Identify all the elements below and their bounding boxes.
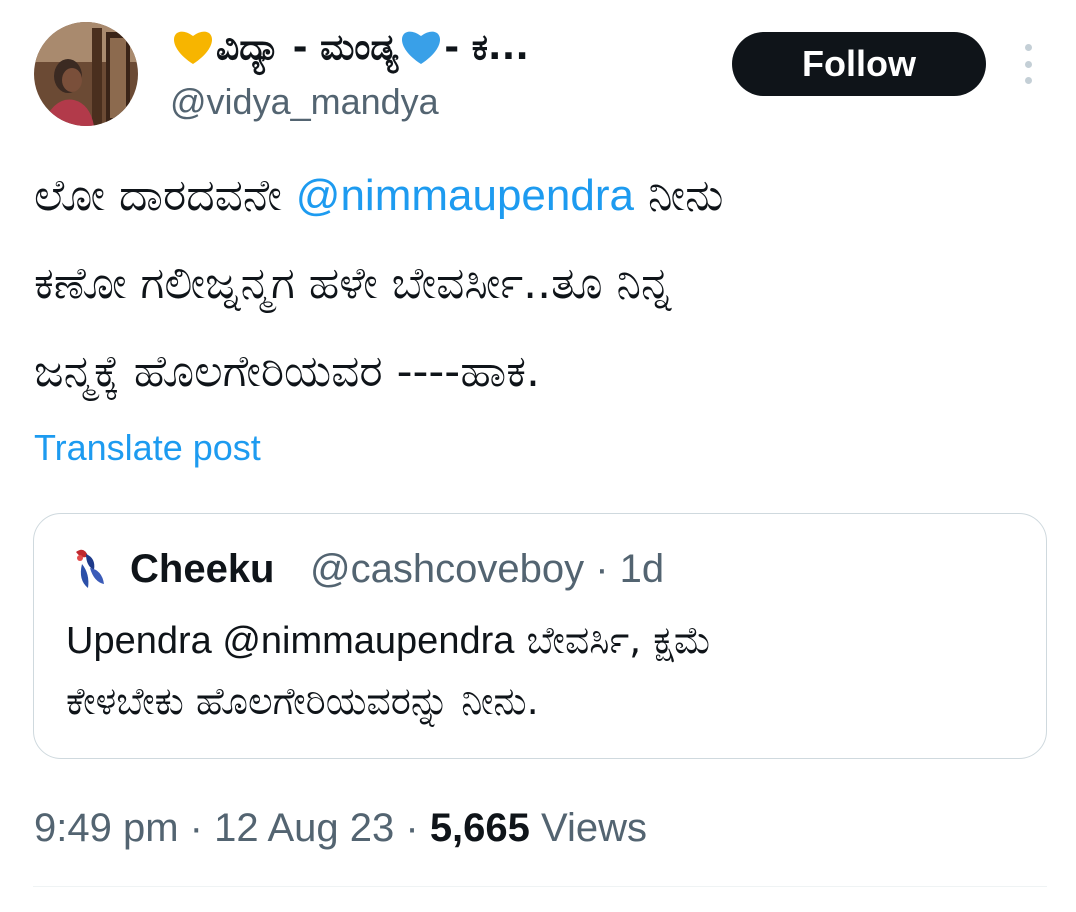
display-name-suffix: - ಕ...: [444, 27, 529, 68]
tweet-line-1: ಲೋ ದಾರದವನೇ @nimmaupendra ನೀನು: [34, 152, 1044, 240]
display-name-text: ವಿದ್ಯಾ - ಮಂಡ್ಯ: [216, 27, 399, 68]
more-options-icon[interactable]: [1018, 44, 1038, 84]
avatar-image: [34, 22, 138, 126]
mention-link[interactable]: @nimmaupendra: [296, 171, 634, 220]
quoted-line-1-kn: ಬೇವರ್ಸಿ, ಕ್ಷಮೆ: [514, 618, 712, 662]
tweet-line-3: ಜನ್ಮಕ್ಕೆ ಹೊಲಗೇರಿಯವರ ----ಹಾಕ.: [34, 346, 540, 397]
divider: [33, 886, 1047, 887]
tweet-metadata: 9:49 pm · 12 Aug 23 · 5,665 Views: [34, 802, 647, 854]
author-avatar[interactable]: [34, 22, 138, 126]
quoted-author-name: Cheeku: [130, 547, 275, 591]
author-display-name[interactable]: ವಿದ್ಯಾ - ಮಂಡ್ಯ - ಕ...: [170, 24, 529, 72]
tweet-line-2: ಕಣೋ ಗಲೀಜ್ನನ್ಮಗ ಹಳೇ ಬೇವರ್ಸೀ..ತೂ ನಿನ್ನ: [34, 258, 672, 309]
translate-post-link[interactable]: Translate post: [34, 424, 261, 472]
author-handle[interactable]: @vidya_mandya: [170, 80, 439, 124]
follow-button[interactable]: Follow: [732, 32, 986, 96]
tweet-timestamp[interactable]: 9:49 pm · 12 Aug 23 ·: [34, 806, 430, 850]
quoted-line-2: ಕೇಳಬೇಕು ಹೊಲಗೇರಿಯವರನ್ನು ನೀನು.: [66, 679, 539, 723]
views-count: 5,665: [429, 806, 530, 850]
tweet-line-1-start: ಲೋ ದಾರದವನೇ: [34, 170, 296, 221]
quoted-avatar-image: [76, 549, 104, 588]
quoted-tweet-text: Upendra @nimmaupendra ಬೇವರ್ಸಿ, ಕ್ಷಮೆ ಕೇಳ…: [66, 610, 1016, 731]
quoted-author-handle-time: @cashcoveboy · 1d: [310, 547, 665, 591]
quoted-line-1-en: Upendra @nimmaupendra: [66, 620, 515, 662]
blue-heart-icon: [402, 31, 441, 64]
yellow-heart-icon: [173, 31, 213, 64]
tweet-text: ಲೋ ದಾರದವನೇ @nimmaupendra ನೀನು ಕಣೋ ಗಲೀಜ್ನ…: [34, 152, 1044, 416]
quoted-line-1: Upendra @nimmaupendra ಬೇವರ್ಸಿ, ಕ್ಷಮೆ: [66, 610, 1016, 671]
views-label: Views: [529, 806, 648, 850]
tweet-line-1-end: ನೀನು: [633, 170, 724, 221]
quoted-author-avatar: [66, 544, 114, 592]
